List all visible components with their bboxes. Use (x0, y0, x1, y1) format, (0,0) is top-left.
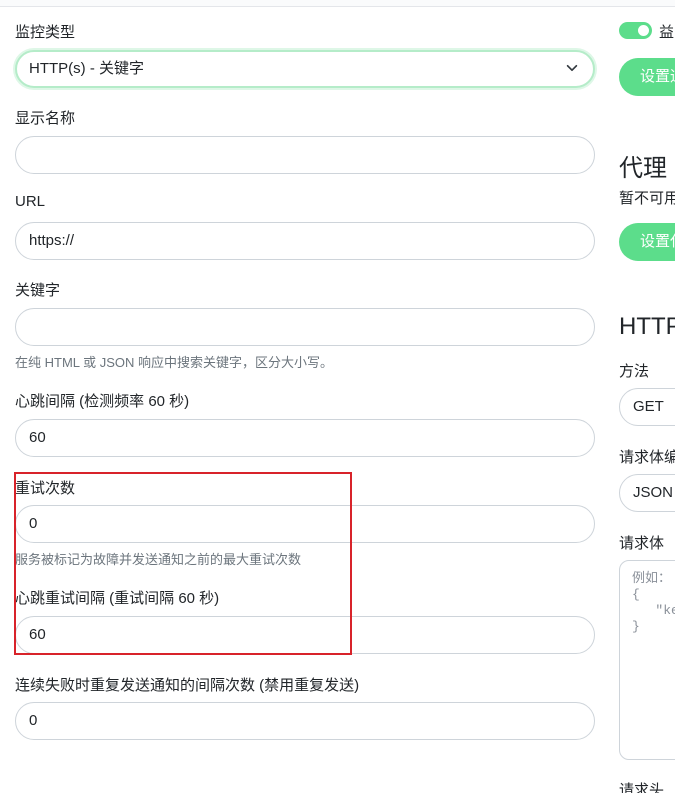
notification-toggle-label: 益 (659, 24, 675, 41)
method-select[interactable]: GET (619, 388, 675, 426)
url-input[interactable]: https:// (15, 222, 595, 260)
method-label: 方法 (619, 363, 650, 380)
body-label: 请求体 (619, 535, 665, 552)
body-encoding-select[interactable]: JSON (619, 474, 675, 512)
retries-label: 重试次数 (15, 480, 76, 497)
monitor-type-value: HTTP(s) - 关键字 (29, 60, 144, 77)
monitor-type-select[interactable]: HTTP(s) - 关键字 (15, 50, 595, 88)
display-name-label: 显示名称 (15, 110, 76, 127)
retries-hint: 服务被标记为故障并发送通知之前的最大重试次数 (15, 552, 302, 567)
proxy-heading: 代理 (619, 155, 667, 182)
http-options-heading: HTTP (619, 313, 675, 340)
setup-notification-button[interactable]: 设置通知 (619, 58, 675, 96)
retries-input[interactable]: 0 (15, 505, 595, 543)
retry-interval-label: 心跳重试间隔 (重试间隔 60 秒) (15, 590, 220, 607)
body-encoding-label: 请求体编码 (619, 449, 675, 466)
headers-label: 请求头 (619, 782, 665, 793)
body-textarea[interactable]: 例如： { "key": "value" } (619, 560, 675, 760)
display-name-input[interactable] (15, 136, 595, 174)
top-divider (0, 0, 675, 7)
heartbeat-interval-input[interactable]: 60 (15, 419, 595, 457)
setup-proxy-button[interactable]: 设置代理 (619, 223, 675, 261)
heartbeat-interval-label: 心跳间隔 (检测频率 60 秒) (15, 393, 190, 410)
monitor-type-label: 监控类型 (15, 24, 76, 41)
resend-interval-input[interactable]: 0 (15, 702, 595, 740)
keyword-input[interactable] (15, 308, 595, 346)
keyword-hint: 在纯 HTML 或 JSON 响应中搜索关键字，区分大小写。 (15, 355, 334, 370)
proxy-unavailable-text: 暂不可用 (619, 190, 675, 207)
resend-interval-label: 连续失败时重复发送通知的间隔次数 (禁用重复发送) (15, 677, 360, 694)
chevron-down-icon (566, 64, 578, 72)
url-label: URL (15, 193, 46, 210)
notification-toggle[interactable] (619, 22, 652, 39)
keyword-label: 关键字 (15, 282, 61, 299)
retry-interval-input[interactable]: 60 (15, 616, 595, 654)
